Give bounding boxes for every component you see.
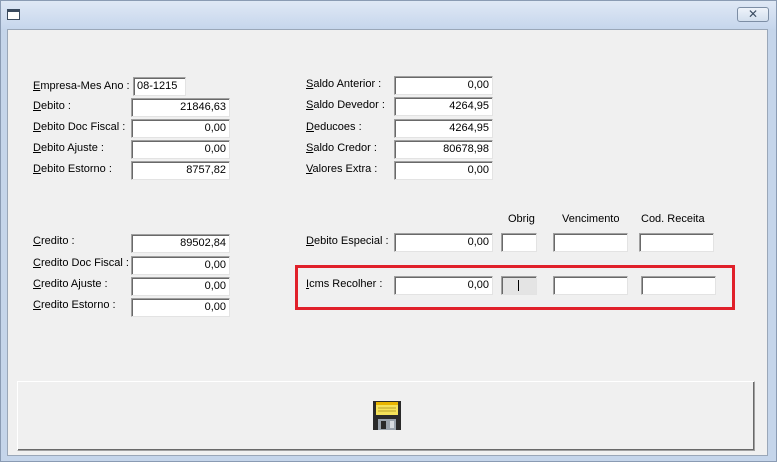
close-icon: ✕ (747, 7, 759, 21)
label-debito-ajuste: Debito Ajuste : (33, 142, 104, 154)
label-saldo-devedor: Saldo Devedor : (306, 99, 385, 111)
text-cursor (518, 280, 519, 291)
valores-extra-field[interactable]: 0,00 (394, 161, 493, 180)
empresa-mes-ano-field[interactable]: 08-1215 (133, 77, 186, 96)
label-valores-extra: Valores Extra : (306, 163, 378, 175)
icms-recolher-field[interactable]: 0,00 (394, 276, 493, 295)
debito-field[interactable]: 21846,63 (131, 98, 230, 117)
saldo-credor-field[interactable]: 80678,98 (394, 140, 493, 159)
credito-field[interactable]: 89502,84 (131, 234, 230, 253)
label-icms-recolher: Icms Recolher : (306, 278, 383, 290)
label-saldo-credor: Saldo Credor : (306, 142, 377, 154)
window-menu-icon[interactable] (7, 9, 20, 20)
debito-especial-field[interactable]: 0,00 (394, 233, 493, 252)
debito-especial-cod-receita-field[interactable] (639, 233, 714, 252)
label-credito-ajuste: Credito Ajuste : (33, 278, 108, 290)
label-empresa-mes-ano: Empresa-Mes Ano : (33, 80, 130, 92)
label-credito-estorno: Credito Estorno : (33, 299, 116, 311)
debito-especial-obrig-field[interactable] (501, 233, 537, 252)
label-saldo-anterior: Saldo Anterior : (306, 78, 382, 90)
label-deducoes: Deducoes : (306, 121, 362, 133)
floppy-disk-icon (373, 401, 401, 430)
credito-doc-fiscal-field[interactable]: 0,00 (131, 256, 230, 275)
label-debito-estorno: Debito Estorno : (33, 163, 112, 175)
header-cod-receita: Cod. Receita (641, 213, 705, 225)
label-credito: Credito : (33, 235, 75, 247)
credito-ajuste-field[interactable]: 0,00 (131, 277, 230, 296)
header-obrig: Obrig (508, 213, 535, 225)
debito-estorno-field[interactable]: 8757,82 (131, 161, 230, 180)
icms-recolher-cod-receita-field[interactable] (641, 276, 716, 295)
icms-recolher-obrig-field[interactable] (501, 276, 537, 295)
credito-estorno-field[interactable]: 0,00 (131, 298, 230, 317)
label-debito-doc-fiscal: Debito Doc Fiscal : (33, 121, 126, 133)
title-bar: ✕ (1, 1, 776, 29)
debito-doc-fiscal-field[interactable]: 0,00 (131, 119, 230, 138)
save-button[interactable] (372, 400, 402, 431)
saldo-devedor-field[interactable]: 4264,95 (394, 97, 493, 116)
icms-recolher-vencimento-field[interactable] (553, 276, 628, 295)
close-button[interactable]: ✕ (737, 7, 769, 22)
label-credito-doc-fiscal: Credito Doc Fiscal : (33, 257, 129, 269)
deducoes-field[interactable]: 4264,95 (394, 119, 493, 138)
debito-especial-vencimento-field[interactable] (553, 233, 628, 252)
debito-ajuste-field[interactable]: 0,00 (131, 140, 230, 159)
label-debito-especial: Debito Especial : (306, 235, 389, 247)
label-debito: Debito : (33, 100, 71, 112)
header-vencimento: Vencimento (562, 213, 620, 225)
saldo-anterior-field[interactable]: 0,00 (394, 76, 493, 95)
